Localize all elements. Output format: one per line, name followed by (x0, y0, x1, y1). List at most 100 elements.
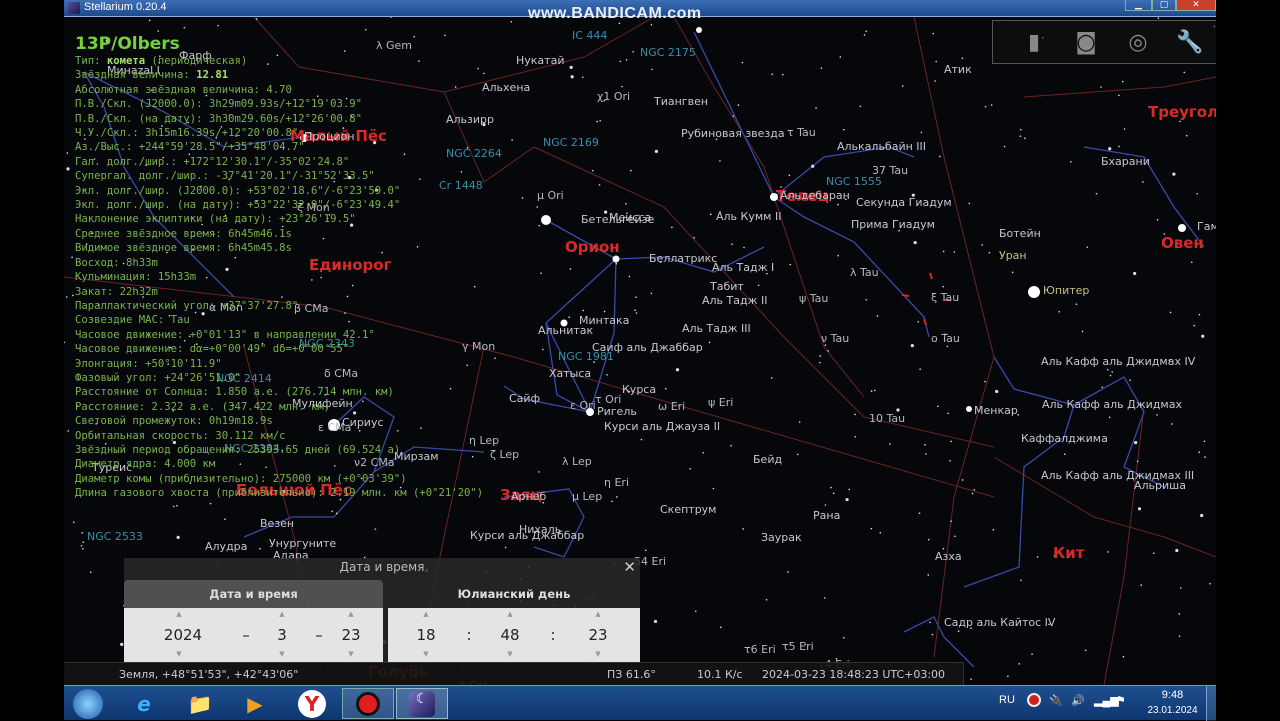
tab-date-time[interactable]: Дата и время (124, 580, 383, 608)
record-tray-icon[interactable] (1027, 693, 1041, 707)
constellation-label[interactable]: Орион (565, 238, 620, 256)
clock-date[interactable]: 23.01.2024 (1144, 705, 1201, 716)
constellation-label[interactable]: Треугол (1148, 103, 1216, 121)
star-label[interactable]: ε Ori (570, 399, 596, 412)
nebula-label[interactable]: NGC 1555 (826, 175, 882, 188)
star-label[interactable]: Атик (944, 63, 972, 76)
star-label[interactable]: Альнитак (538, 324, 593, 337)
star-label[interactable]: Альриша (1134, 479, 1186, 492)
star-label[interactable]: Алудра (205, 540, 247, 553)
minimize-button[interactable]: ▁ (1125, 0, 1152, 11)
network-signal-icon[interactable]: ▂▄▆ (1094, 694, 1119, 707)
close-dialog-icon[interactable]: ✕ (623, 558, 636, 576)
star-label[interactable]: ν Tau (821, 332, 849, 345)
volume-icon[interactable]: 🔊 (1071, 694, 1085, 707)
star-label[interactable]: η Eri (604, 476, 629, 489)
star-label[interactable]: Ригель (597, 405, 637, 418)
trash-icon[interactable]: ▮ (1020, 29, 1048, 57)
star-label[interactable]: Заурак (761, 531, 802, 544)
star-label[interactable]: τ Ori (595, 393, 621, 406)
star-label[interactable]: Хатыса (549, 367, 591, 380)
star-label[interactable]: Садр аль Кайтос IV (944, 616, 1055, 629)
second-field[interactable]: 23 (573, 626, 623, 644)
star-label[interactable]: χ1 Ori (597, 90, 630, 103)
bright-star[interactable] (1178, 224, 1186, 232)
star-label[interactable]: ω Eri (658, 400, 685, 413)
star-label[interactable]: Гамаль (1197, 220, 1216, 233)
star-label[interactable]: Аль Кафф аль Джидмах (1042, 398, 1182, 411)
language-indicator[interactable]: RU (999, 694, 1015, 706)
internet-explorer-icon[interactable]: e (121, 688, 167, 719)
star-label[interactable]: Беллатрикс (649, 252, 717, 265)
star-label[interactable]: Менкар (974, 404, 1018, 417)
day-field[interactable]: 23 (326, 626, 376, 644)
star-label[interactable]: Скептрум (660, 503, 716, 516)
star-label[interactable]: μ Ori (537, 189, 564, 202)
stellarium-taskbar-icon[interactable]: ☾ (396, 688, 448, 719)
star-label[interactable]: Алькальбайн III (837, 140, 926, 153)
star-label[interactable]: τ Tau (787, 126, 816, 139)
maximize-button[interactable]: ▢ (1152, 0, 1176, 11)
screen-icon[interactable]: ◙ (1072, 29, 1100, 57)
planet-label[interactable]: Уран (999, 249, 1027, 262)
star-label[interactable]: Рана (813, 509, 840, 522)
bright-star[interactable] (612, 255, 620, 263)
star-label[interactable]: Секунда Гиадум (856, 196, 952, 209)
star-label[interactable]: λ Tau (850, 266, 879, 279)
action-center-flag-icon[interactable]: ⚑ (1116, 694, 1126, 707)
star-label[interactable]: Аль Тадж II (702, 294, 768, 307)
star-label[interactable]: ψ Eri (708, 396, 733, 409)
star-label[interactable]: μ Lep (572, 490, 602, 503)
star-label[interactable]: Рубиновая звезда (681, 127, 785, 140)
nebula-label[interactable]: IC 444 (572, 29, 607, 42)
nebula-label[interactable]: NGC 1981 (558, 350, 614, 363)
star-label[interactable]: Нукатай (516, 54, 564, 67)
star-label[interactable]: Курси аль Джауза II (604, 420, 720, 433)
star-label[interactable]: 10 Tau (869, 412, 905, 425)
star-label[interactable]: Каффалджима (1021, 432, 1108, 445)
year-field[interactable]: 2024 (158, 626, 208, 644)
star-label[interactable]: Альхена (482, 81, 530, 94)
media-player-icon[interactable]: ▶ (232, 688, 278, 719)
yandex-browser-icon[interactable]: Y (289, 688, 335, 719)
star-label[interactable]: Везен (260, 517, 294, 530)
star-label[interactable]: Сайф (509, 392, 540, 405)
wrench-icon[interactable]: 🔧 (1176, 29, 1204, 57)
star-label[interactable]: ο Tau (931, 332, 960, 345)
star-label[interactable]: Арнеб (511, 490, 546, 503)
target-icon[interactable]: ◎ (1124, 29, 1152, 57)
constellation-label[interactable]: Овен (1161, 234, 1204, 252)
star-label[interactable]: Аль Кафф аль Джидмах IV (1041, 355, 1195, 368)
star-label[interactable]: Аль Тадж III (682, 322, 751, 335)
star-label[interactable]: λ Lep (562, 455, 592, 468)
star-label[interactable]: ζ Lep (490, 448, 519, 461)
star-label[interactable]: Бейд (753, 453, 782, 466)
star-label[interactable]: Азха (935, 550, 962, 563)
tab-julian-day[interactable]: Юлианский день (388, 580, 640, 608)
nebula-label[interactable]: NGC 2169 (543, 136, 599, 149)
star-label[interactable]: ξ Tau (931, 291, 959, 304)
clock-time[interactable]: 9:48 (1150, 689, 1195, 701)
star-label[interactable]: Табит (710, 280, 744, 293)
star-label[interactable]: τ5 Eri (782, 640, 814, 653)
close-button[interactable]: ✕ (1176, 0, 1216, 11)
start-button[interactable] (64, 688, 112, 719)
star-label[interactable]: Тиангвен (654, 95, 708, 108)
star-label[interactable]: Курса (622, 383, 656, 396)
nebula-label[interactable]: NGC 2175 (640, 46, 696, 59)
star-label[interactable]: τ6 Eri (744, 643, 776, 656)
bright-star[interactable] (1028, 286, 1040, 298)
star-label[interactable]: Бхарани (1101, 155, 1150, 168)
file-explorer-icon[interactable]: 📁 (177, 688, 223, 719)
constellation-label[interactable]: Кит (1053, 544, 1084, 562)
star-label[interactable]: ψ Tau (799, 292, 828, 305)
star-label[interactable]: Аль Тадж I (712, 261, 774, 274)
bright-star[interactable] (696, 27, 702, 33)
star-label[interactable]: Прима Гиадум (851, 218, 935, 231)
star-label[interactable]: Ботейн (999, 227, 1041, 240)
bright-star[interactable] (541, 215, 551, 225)
star-label[interactable]: Курси аль Джаббар (470, 529, 584, 542)
bright-star[interactable] (966, 406, 972, 412)
bandicam-icon[interactable] (342, 688, 394, 719)
power-icon[interactable]: 🔌 (1049, 694, 1063, 707)
